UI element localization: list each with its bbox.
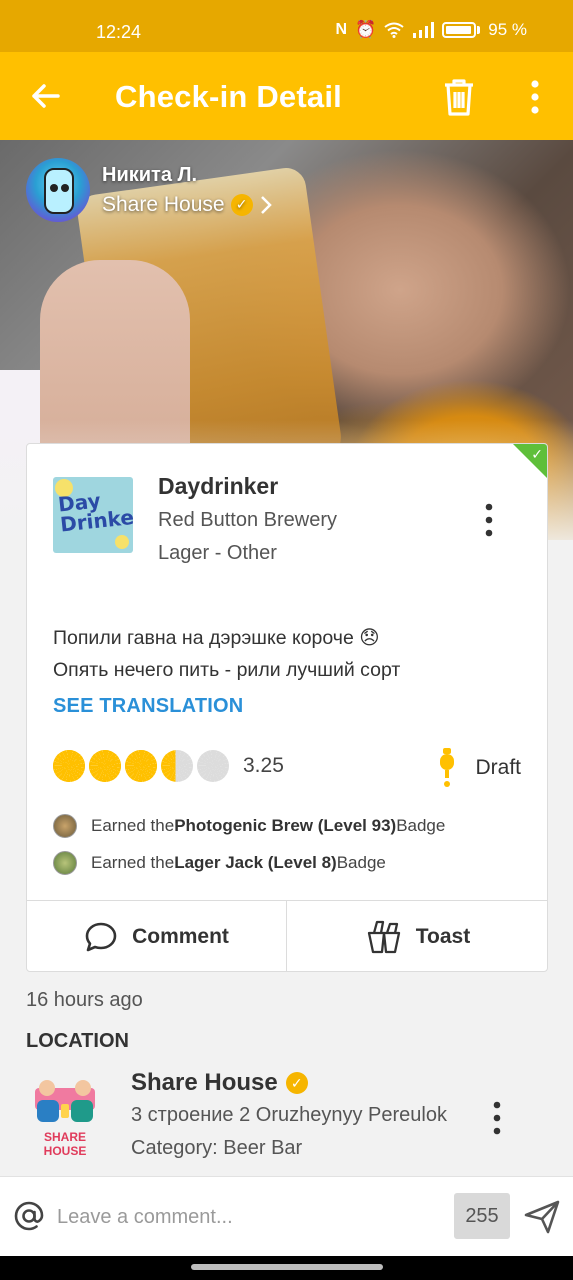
badge-suffix: Badge bbox=[336, 853, 386, 872]
user-names: Никита Л. Share House ✓ bbox=[102, 164, 273, 217]
venue-logo[interactable]: SHARE HOUSE bbox=[25, 1074, 105, 1158]
back-arrow-icon[interactable] bbox=[28, 78, 64, 114]
status-bar: 12:24 N ⏰ 95 % bbox=[0, 0, 573, 52]
badge-prefix: Earned the bbox=[91, 853, 175, 872]
user-venue-link[interactable]: Share House ✓ bbox=[102, 193, 273, 217]
brewery-name[interactable]: Red Button Brewery bbox=[158, 509, 337, 532]
comment-icon bbox=[85, 922, 117, 952]
app-bar: Check-in Detail bbox=[0, 52, 573, 140]
checkin-comment-line-1: Попили гавна на дэрэшке короче 😞 bbox=[53, 627, 380, 649]
venue-address: 3 строение 2 Oruzheynyy Pereulok bbox=[131, 1104, 447, 1126]
comment-bar: 255 bbox=[0, 1176, 573, 1256]
draft-tap-icon bbox=[440, 748, 455, 787]
serving-type: Draft bbox=[439, 748, 521, 788]
badge-name: Photogenic Brew (Level 93) bbox=[174, 816, 397, 835]
wifi-icon bbox=[384, 22, 404, 38]
avatar-face bbox=[44, 168, 74, 214]
home-gesture-bar[interactable] bbox=[191, 1264, 383, 1270]
venue-logo-text: SHARE HOUSE bbox=[43, 1130, 87, 1158]
comment-button[interactable]: Comment bbox=[27, 901, 286, 971]
checkin-detail-screen: 12:24 N ⏰ 95 % Check-in Detail Никита Л.… bbox=[0, 0, 573, 1280]
rating-cap-1 bbox=[51, 748, 87, 784]
see-translation-link[interactable]: SEE TRANSLATION bbox=[53, 695, 243, 718]
toast-icon bbox=[367, 920, 400, 954]
checkin-user[interactable]: Никита Л. Share House ✓ bbox=[26, 158, 273, 222]
send-icon[interactable] bbox=[523, 1199, 561, 1235]
venue-name[interactable]: Share House ✓ bbox=[131, 1069, 308, 1097]
beer-logo[interactable]: Day Drinker bbox=[53, 477, 133, 553]
signal-icon bbox=[413, 22, 435, 38]
venue-category: Category: Beer Bar bbox=[131, 1137, 303, 1159]
rating-cap-3 bbox=[123, 748, 159, 784]
verified-icon: ✓ bbox=[285, 1072, 308, 1094]
badge-row[interactable]: Earned the Lager Jack (Level 8) Badge bbox=[53, 851, 386, 875]
badge-icon bbox=[53, 851, 77, 875]
logo-sun-small bbox=[115, 535, 129, 549]
badge-icon bbox=[53, 814, 77, 838]
chevron-right-icon bbox=[260, 195, 272, 214]
user-venue-name: Share House bbox=[102, 192, 225, 216]
alarm-icon: ⏰ bbox=[355, 20, 377, 39]
comment-input[interactable] bbox=[57, 1199, 437, 1235]
char-count: 255 bbox=[454, 1193, 510, 1239]
more-vert-icon[interactable] bbox=[522, 78, 548, 116]
battery-icon bbox=[442, 22, 477, 38]
beer-name[interactable]: Daydrinker bbox=[158, 473, 278, 500]
venue-logo-art bbox=[35, 1080, 95, 1122]
badge-row[interactable]: Earned the Photogenic Brew (Level 93) Ba… bbox=[53, 814, 445, 838]
toast-label: Toast bbox=[415, 925, 471, 948]
mention-icon[interactable] bbox=[13, 1200, 45, 1232]
venue-name-text: Share House bbox=[131, 1069, 278, 1096]
user-name[interactable]: Никита Л. bbox=[102, 164, 273, 187]
beer-logo-text: Day Drinker bbox=[56, 488, 133, 537]
checkin-comment-line-2: Опять нечего пить - рили лучший сорт bbox=[53, 659, 401, 681]
toast-button[interactable]: Toast bbox=[287, 901, 547, 971]
venue-more-icon[interactable] bbox=[487, 1100, 507, 1136]
beer-style: Lager - Other bbox=[158, 542, 277, 564]
beer-more-icon[interactable] bbox=[479, 502, 499, 538]
comment-label: Comment bbox=[132, 925, 229, 948]
checkin-comment: Попили гавна на дэрэшке короче 😞 Опять н… bbox=[53, 622, 400, 686]
rating-cap-5 bbox=[195, 748, 231, 784]
status-icons: N ⏰ 95 % bbox=[336, 20, 527, 40]
avatar-eye-right bbox=[61, 184, 69, 192]
battery-tip bbox=[477, 26, 481, 34]
checkin-time: 16 hours ago bbox=[26, 989, 143, 1011]
page-title: Check-in Detail bbox=[115, 79, 342, 114]
location-header: LOCATION bbox=[26, 1030, 129, 1052]
verified-icon: ✓ bbox=[230, 193, 253, 216]
avatar-eye-left bbox=[50, 184, 58, 192]
system-nav-bar bbox=[0, 1256, 573, 1280]
trash-icon[interactable] bbox=[440, 77, 478, 117]
battery-level: 95 % bbox=[488, 20, 527, 39]
rating: 3.25 bbox=[51, 748, 284, 784]
rating-cap-2 bbox=[87, 748, 123, 784]
avatar[interactable] bbox=[26, 158, 90, 222]
badge-prefix: Earned the bbox=[91, 816, 175, 835]
serving-label: Draft bbox=[475, 756, 521, 779]
checkin-card: ✓ Day Drinker Daydrinker Red Button Brew… bbox=[26, 443, 548, 972]
nfc-icon: N bbox=[335, 21, 348, 38]
badge-suffix: Badge bbox=[396, 816, 446, 835]
rating-value: 3.25 bbox=[243, 754, 284, 777]
rating-cap-4 bbox=[159, 748, 195, 784]
check-icon: ✓ bbox=[531, 446, 543, 462]
badge-name: Lager Jack (Level 8) bbox=[174, 853, 337, 872]
status-time: 12:24 bbox=[96, 22, 142, 42]
